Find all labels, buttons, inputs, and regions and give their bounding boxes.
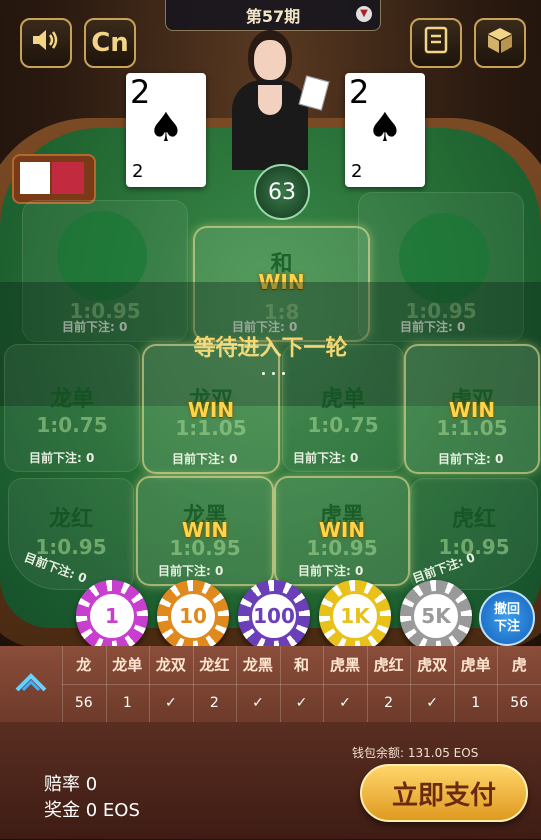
history-column-value: 56 xyxy=(497,684,541,722)
odds: 1:1.05 xyxy=(175,416,247,440)
bet-amount: 目前下注: 0 xyxy=(293,451,359,465)
history-column-value: 1 xyxy=(454,684,499,722)
spade-icon: ♠ xyxy=(367,105,403,151)
bet-amount: 目前下注: 0 xyxy=(158,564,224,578)
chip-value: 10 xyxy=(168,591,218,641)
speaker-icon xyxy=(31,27,61,60)
cube-icon xyxy=(486,26,514,61)
countdown-value: 63 xyxy=(268,179,296,205)
bet-region-dragon-black[interactable]: 龙黑 WIN 1:0.95 目前下注: 0 xyxy=(136,476,274,586)
undo-label-1: 撤回 xyxy=(493,602,520,617)
bet-amount: 目前下注: 0 xyxy=(438,452,504,466)
chip-value: 1K xyxy=(330,591,380,641)
card-small-rank: 2 xyxy=(351,161,363,182)
odds: 1:0.95 xyxy=(306,536,378,560)
card-small-rank: 2 xyxy=(132,161,144,182)
record-book-icon xyxy=(423,26,449,61)
bet-amount: 目前下注: 0 xyxy=(172,452,238,466)
history-column-value: ✓ xyxy=(236,684,281,722)
chip-100[interactable]: 100 xyxy=(238,580,310,652)
wallet-balance: 钱包余额: 131.05 EOS xyxy=(352,746,479,760)
pay-now-button[interactable]: 立即支付 xyxy=(360,764,528,822)
history-column-value: 2 xyxy=(193,684,238,722)
history-column-value: ✓ xyxy=(323,684,368,722)
bet-region-dragon-red[interactable]: 龙红 1:0.95 目前下注: 0 xyxy=(8,478,134,590)
history-column-header: 虎双 xyxy=(410,646,455,684)
bet-region-tiger-black[interactable]: 虎黑 WIN 1:0.95 目前下注: 0 xyxy=(274,476,410,586)
history-column-value: 1 xyxy=(106,684,151,722)
history-column-header: 虎黑 xyxy=(323,646,368,684)
period-dropdown[interactable]: 第57期 ▼ xyxy=(165,0,381,31)
history-column-header: 龙黑 xyxy=(236,646,281,684)
countdown-timer: 63 xyxy=(254,164,310,220)
history-column-value: ✓ xyxy=(280,684,325,722)
history-column-header: 虎 xyxy=(497,646,541,684)
history-column-header: 龙红 xyxy=(193,646,238,684)
region-name: 虎单 xyxy=(320,387,365,412)
history-column-value: ✓ xyxy=(410,684,455,722)
dragon-card: 2 ♠ 2 xyxy=(126,73,206,187)
history-column-header: 龙 xyxy=(62,646,107,684)
history-column-value: ✓ xyxy=(149,684,194,722)
history-column-header: 和 xyxy=(280,646,325,684)
chevron-up-icon xyxy=(15,672,47,696)
history-column-header: 虎单 xyxy=(454,646,499,684)
region-name: 龙红 xyxy=(48,507,93,532)
chip-value: 5K xyxy=(411,591,461,641)
history-table: 龙 56 龙单 1 龙双 ✓ 龙红 2 龙黑 ✓ 和 ✓ 虎黑 ✓ 虎红 2 虎双 ✓ 虎单 1 虎 56 xyxy=(0,646,541,722)
history-column-value: 2 xyxy=(367,684,412,722)
history-column-header: 虎红 xyxy=(367,646,412,684)
spade-icon: ♠ xyxy=(148,105,184,151)
odds: 1:0.75 xyxy=(36,413,108,437)
bet-amount: 目前下注: 0 xyxy=(29,451,95,465)
card-shoe xyxy=(12,154,96,204)
chip-5k[interactable]: 5K xyxy=(400,580,472,652)
bet-amount: 目前下注: 0 xyxy=(298,564,364,578)
bet-region-dragon-odd[interactable]: 龙单 1:0.75 目前下注: 0 xyxy=(4,344,140,472)
bet-region-tiger-red[interactable]: 虎红 1:0.95 目前下注: 0 xyxy=(410,478,538,590)
history-column-header: 龙单 xyxy=(106,646,151,684)
chip-1k[interactable]: 1K xyxy=(319,580,391,652)
odds: 1:0.75 xyxy=(307,413,379,437)
tiger-card: 2 ♠ 2 xyxy=(345,73,425,187)
bet-region-dragon-even[interactable]: 龙双 WIN 1:1.05 目前下注: 0 xyxy=(142,344,280,474)
chip-10[interactable]: 10 xyxy=(157,580,229,652)
odds: 1:1.05 xyxy=(436,416,508,440)
region-name: 虎红 xyxy=(451,507,496,532)
sound-button[interactable] xyxy=(20,18,72,68)
history-column-header: 龙双 xyxy=(149,646,194,684)
undo-bet-button[interactable]: 撤回 下注 xyxy=(479,590,535,646)
chip-value: 1 xyxy=(87,591,137,641)
undo-label-2: 下注 xyxy=(493,619,520,634)
odds: 1:0.95 xyxy=(169,536,241,560)
payout-rate: 赔率 0 xyxy=(44,774,98,795)
region-name: 龙单 xyxy=(49,387,94,412)
prize-amount: 奖金 0 EOS xyxy=(44,800,140,821)
box-button[interactable] xyxy=(474,18,526,68)
period-label: 第57期 xyxy=(245,7,301,26)
dealer-avatar xyxy=(218,30,330,170)
history-toggle[interactable] xyxy=(0,646,63,722)
bet-region-tiger-odd[interactable]: 虎单 1:0.75 目前下注: 0 xyxy=(282,344,404,472)
pay-now-label: 立即支付 xyxy=(391,780,496,811)
chevron-down-icon: ▼ xyxy=(356,6,372,22)
chip-value: 100 xyxy=(249,591,299,641)
chip-1[interactable]: 1 xyxy=(76,580,148,652)
history-book-button[interactable] xyxy=(410,18,462,68)
language-label: Cn xyxy=(91,28,129,58)
history-column-value: 56 xyxy=(62,684,107,722)
bet-region-tiger-even[interactable]: 虎双 WIN 1:1.05 目前下注: 0 xyxy=(404,344,540,474)
language-button[interactable]: Cn xyxy=(84,18,136,68)
